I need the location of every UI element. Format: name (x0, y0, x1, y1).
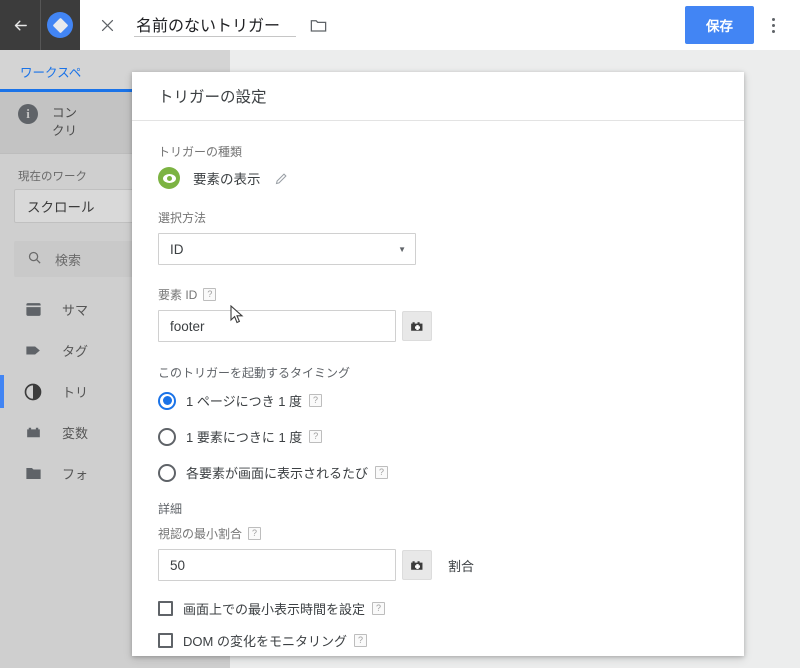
min-percent-input[interactable] (158, 549, 396, 581)
trigger-type-row: 要素の表示 (158, 167, 718, 189)
topbar-divider (40, 0, 41, 50)
chevron-down-icon: ▼ (398, 244, 406, 254)
eye-icon (158, 167, 180, 189)
sidebar-item-label: 変数 (62, 426, 89, 441)
card-title: トリガーの設定 (158, 89, 267, 106)
help-icon[interactable]: ? (309, 430, 323, 443)
insert-variable-icon[interactable] (402, 311, 432, 341)
folder-icon (22, 463, 44, 485)
notification-text: コン クリ (52, 106, 78, 139)
radio-icon (158, 391, 176, 410)
checkbox-icon (158, 633, 173, 648)
selection-method-value: ID (170, 241, 184, 257)
sidebar-item-label: タグ (62, 344, 89, 359)
search-icon (27, 250, 42, 268)
trigger-configuration-card: トリガーの設定 トリガーの種類 要素の表示 選択方法 ID ▼ 要素 ID ? … (132, 72, 744, 656)
search-placeholder: 検索 (55, 252, 82, 268)
trigger-name-input[interactable] (134, 13, 296, 37)
checkbox-dom-monitor[interactable]: DOM の変化をモニタリング ? (158, 631, 718, 650)
variable-icon (22, 422, 44, 444)
help-icon[interactable]: ? (203, 288, 217, 301)
checkbox-label: 画面上での最小表示時間を設定 ? (183, 599, 386, 618)
pencil-icon[interactable] (274, 171, 289, 186)
sidebar-item-label: サマ (62, 303, 89, 318)
checkbox-icon (158, 601, 173, 616)
element-id-label: 要素 ID ? (158, 286, 718, 303)
min-percent-label-text: 視認の最小割合 (158, 527, 243, 541)
timing-option-text: 1 要素につきに 1 度 (186, 430, 303, 445)
sidebar-item-label: トリ (62, 385, 89, 400)
element-id-row (158, 310, 718, 342)
dark-topbar (0, 0, 80, 50)
trigger-icon (22, 381, 44, 403)
summary-icon (22, 299, 44, 321)
back-arrow-icon[interactable] (0, 0, 40, 50)
save-button[interactable]: 保存 (685, 6, 754, 44)
card-body: トリガーの種類 要素の表示 選択方法 ID ▼ 要素 ID ? footer こ… (132, 121, 744, 656)
app-root: ワークスペ i コン クリ 現在のワーク スクロール 検索 サマ タグ トリ 変… (0, 0, 800, 668)
radio-icon (158, 427, 176, 446)
min-percent-row: 割合 (158, 549, 718, 581)
timing-option-text: 1 ページにつき 1 度 (186, 394, 303, 409)
tag-icon (22, 340, 44, 362)
tab-workspace[interactable]: ワークスペ (20, 62, 81, 89)
help-icon[interactable]: ? (248, 527, 262, 540)
timing-option-once-per-page[interactable]: 1 ページにつき 1 度 ? (158, 391, 718, 410)
card-header: トリガーの設定 (132, 72, 744, 121)
help-icon[interactable]: ? (372, 602, 386, 615)
header-actions: 保存 (685, 5, 800, 45)
element-id-input[interactable] (158, 310, 396, 342)
timing-option-text: 各要素が画面に表示されるたび (186, 466, 369, 481)
trigger-type-label: トリガーの種類 (158, 145, 243, 159)
close-icon[interactable] (86, 0, 128, 50)
timing-option-every-time[interactable]: 各要素が画面に表示されるたび ? (158, 463, 718, 482)
radio-icon (158, 463, 176, 482)
checkbox-min-display-time[interactable]: 画面上での最小表示時間を設定 ? (158, 599, 718, 618)
help-icon[interactable]: ? (353, 634, 367, 647)
min-percent-label: 視認の最小割合 ? (158, 525, 718, 542)
help-icon[interactable]: ? (309, 394, 323, 407)
detail-section-label: 詳細 (158, 502, 183, 516)
edit-header: 保存 (80, 0, 800, 50)
selection-method-select[interactable]: ID ▼ (158, 233, 416, 265)
min-percent-unit: 割合 (448, 558, 475, 574)
selection-method-label: 選択方法 (158, 211, 207, 225)
sidebar-item-label: フォ (62, 467, 89, 482)
timing-label: このトリガーを起動するタイミング (158, 366, 351, 380)
folder-icon[interactable] (309, 16, 328, 35)
timing-option-label: 1 ページにつき 1 度 ? (186, 391, 323, 410)
info-icon: i (18, 104, 38, 124)
checkbox-label: DOM の変化をモニタリング ? (183, 631, 367, 650)
more-vert-icon[interactable] (756, 5, 790, 45)
trigger-type-name: 要素の表示 (193, 172, 261, 187)
element-id-label-text: 要素 ID (158, 288, 198, 302)
checkbox-label-text: 画面上での最小表示時間を設定 (183, 602, 366, 617)
gtm-logo-icon[interactable] (40, 0, 80, 50)
timing-option-once-per-element[interactable]: 1 要素につきに 1 度 ? (158, 427, 718, 446)
timing-option-label: 1 要素につきに 1 度 ? (186, 427, 323, 446)
help-icon[interactable]: ? (375, 466, 389, 479)
insert-variable-icon[interactable] (402, 550, 432, 580)
timing-option-label: 各要素が画面に表示されるたび ? (186, 463, 389, 482)
checkbox-label-text: DOM の変化をモニタリング (183, 634, 347, 649)
title-area (134, 13, 328, 37)
